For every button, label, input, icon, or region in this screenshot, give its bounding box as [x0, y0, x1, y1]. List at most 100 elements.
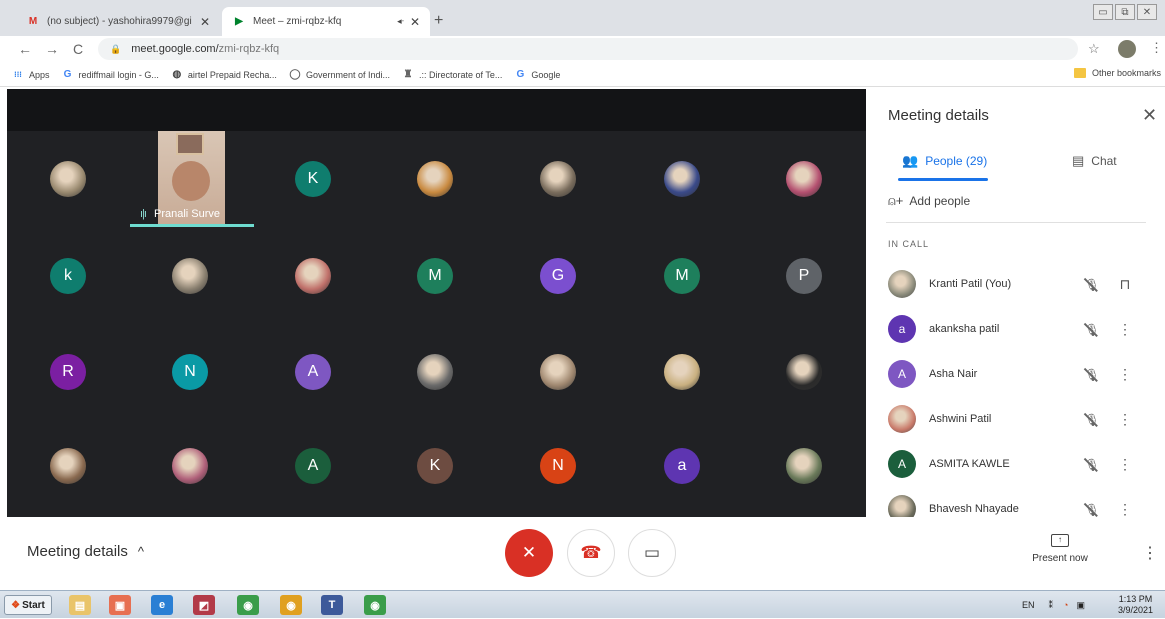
- participant-tile[interactable]: R: [50, 354, 86, 390]
- browser-menu-icon[interactable]: ⋮: [1150, 40, 1163, 56]
- windows-taskbar: ❖ Start ▤ ▣ e ◩ ◉ ◉ T ◉ EN ⁑ ◔ ▣ 1:13 PM 3/9/20…: [0, 590, 1165, 618]
- participant-photo-tile[interactable]: [417, 354, 453, 390]
- participant-photo-tile[interactable]: [295, 258, 331, 294]
- taskbar-media-icon[interactable]: ▣: [109, 595, 131, 615]
- avatar: [888, 405, 916, 433]
- url-field[interactable]: 🔒 meet.google.com/zmi-rqbz-kfq: [98, 38, 1078, 60]
- taskbar-paint-icon[interactable]: ◩: [193, 595, 215, 615]
- browser-tab-bar: M (no subject) - yashohira9979@gi ✕ ▶ Me…: [0, 0, 1165, 36]
- participant-row[interactable]: A Asha Nair 🎙⋮: [888, 359, 1158, 389]
- participant-tile[interactable]: G: [540, 258, 576, 294]
- bookmark-star-icon[interactable]: ☆: [1088, 41, 1100, 57]
- forward-button[interactable]: →: [45, 41, 59, 57]
- bookmark-apps[interactable]: ⁝⁝⁝ Apps: [12, 69, 49, 81]
- taskbar-ie-icon[interactable]: e: [151, 595, 173, 615]
- mic-off-icon: ✕: [521, 543, 537, 562]
- tray-icon[interactable]: ◔: [1063, 600, 1068, 610]
- present-icon: ↑: [1051, 534, 1069, 547]
- bookmark-airtel[interactable]: ◍ airtel Prepaid Recha...: [171, 69, 277, 81]
- bookmark-rediffmail[interactable]: G rediffmail login - G...: [62, 69, 159, 81]
- other-bookmarks[interactable]: Other bookmarks: [1073, 68, 1161, 78]
- mic-muted-icon: 🎙: [1077, 276, 1107, 292]
- participant-tile[interactable]: k: [50, 258, 86, 294]
- language-indicator[interactable]: EN: [1022, 600, 1035, 610]
- more-options-icon[interactable]: ⋮: [1107, 411, 1143, 428]
- participant-photo-tile[interactable]: [172, 448, 208, 484]
- participant-name: akanksha patil: [929, 323, 1000, 335]
- participant-photo-tile[interactable]: [786, 161, 822, 197]
- tab-gmail[interactable]: M (no subject) - yashohira9979@gi ✕: [16, 7, 220, 36]
- participant-tile[interactable]: K: [417, 448, 453, 484]
- participant-tile[interactable]: M: [664, 258, 700, 294]
- add-people-button[interactable]: ⍝+ Add people: [888, 193, 970, 209]
- more-options-icon[interactable]: ⋮: [1107, 321, 1143, 338]
- close-icon[interactable]: ✕: [410, 15, 420, 29]
- taskbar-chrome1-icon[interactable]: ◉: [237, 595, 259, 615]
- participant-row[interactable]: a akanksha patil 🎙⋮: [888, 314, 1158, 344]
- clock[interactable]: 1:13 PM 3/9/2021: [1118, 594, 1153, 616]
- participant-photo-tile[interactable]: [540, 161, 576, 197]
- participant-photo-tile[interactable]: [786, 448, 822, 484]
- bookmark-google[interactable]: G Google: [514, 69, 560, 81]
- tab-people[interactable]: 👥 People (29): [902, 153, 987, 169]
- restore-icon[interactable]: ⧉: [1115, 4, 1135, 20]
- taskbar-folder-icon[interactable]: ▤: [69, 595, 91, 615]
- participant-photo-tile[interactable]: [172, 258, 208, 294]
- taskbar-chrome3-icon[interactable]: ◉: [364, 595, 386, 615]
- more-options-icon[interactable]: ⋮: [1107, 501, 1143, 518]
- participant-tile[interactable]: P: [786, 258, 822, 294]
- stage-top-strip: [7, 89, 866, 131]
- more-options-icon[interactable]: ⋮: [1107, 456, 1143, 473]
- profile-avatar[interactable]: [1118, 40, 1136, 58]
- bookmark-government[interactable]: ◯ Government of Indi...: [289, 69, 390, 81]
- participant-row[interactable]: Ashwini Patil 🎙⋮: [888, 404, 1158, 434]
- more-options-icon[interactable]: ⋮: [1107, 366, 1143, 383]
- tab-meet[interactable]: ▶ Meet – zmi-rqbz-kfq ◂ᐧ ✕: [222, 7, 430, 36]
- hang-up-icon: ☎: [580, 543, 602, 562]
- url-host: meet.google.com/: [131, 43, 219, 55]
- tab-chat[interactable]: ▤ Chat: [1072, 153, 1117, 169]
- camera-button[interactable]: ▭: [628, 529, 676, 577]
- participant-photo-tile[interactable]: [786, 354, 822, 390]
- present-now-button[interactable]: ↑ Present now: [1022, 534, 1098, 564]
- back-button[interactable]: ←: [18, 41, 32, 57]
- close-icon[interactable]: ✕: [200, 15, 210, 29]
- participant-name: Asha Nair: [929, 368, 978, 380]
- participant-photo-tile[interactable]: [50, 448, 86, 484]
- picture-frame: [176, 133, 204, 155]
- new-tab-button[interactable]: +: [434, 12, 443, 30]
- reload-button[interactable]: C: [73, 41, 83, 57]
- participant-tile[interactable]: N: [540, 448, 576, 484]
- close-window-icon[interactable]: ✕: [1137, 4, 1157, 20]
- bookmark-directorate[interactable]: ♜ .:: Directorate of Te...: [402, 69, 503, 81]
- participant-tile[interactable]: A: [295, 354, 331, 390]
- participant-row[interactable]: Kranti Patil (You) 🎙⊓: [888, 269, 1158, 299]
- tray-icon[interactable]: ▣: [1076, 600, 1085, 611]
- tab-people-label: People (29): [925, 154, 988, 168]
- participant-photo-tile[interactable]: [664, 354, 700, 390]
- participant-tile[interactable]: A: [295, 448, 331, 484]
- start-button[interactable]: ❖ Start: [4, 595, 52, 615]
- participant-tile[interactable]: a: [664, 448, 700, 484]
- leave-call-button[interactable]: ☎: [567, 529, 615, 577]
- participant-photo-tile[interactable]: [664, 161, 700, 197]
- minimize-icon[interactable]: ▭: [1093, 4, 1113, 20]
- participant-row[interactable]: A ASMITA KAWLE 🎙⋮: [888, 449, 1158, 479]
- participant-tile[interactable]: M: [417, 258, 453, 294]
- pin-icon[interactable]: ⊓: [1107, 276, 1143, 293]
- speaker-icon[interactable]: ◂ᐧ: [397, 16, 404, 27]
- more-options-icon[interactable]: ⋮: [1142, 543, 1158, 563]
- participant-tile[interactable]: N: [172, 354, 208, 390]
- participant-name: Bhavesh Nhayade: [929, 503, 1019, 515]
- meeting-details-button[interactable]: Meeting details ^: [27, 543, 144, 560]
- close-icon[interactable]: ✕: [1142, 105, 1157, 126]
- participant-photo-tile[interactable]: [540, 354, 576, 390]
- participant-photo-tile[interactable]: [417, 161, 453, 197]
- taskbar-chrome2-icon[interactable]: ◉: [280, 595, 302, 615]
- participant-tile[interactable]: K: [295, 161, 331, 197]
- taskbar-teams-icon[interactable]: T: [321, 595, 343, 615]
- tab-title: Meet – zmi-rqbz-kfq: [253, 16, 342, 27]
- mic-off-button[interactable]: ✕: [505, 529, 553, 577]
- participant-photo-tile[interactable]: [50, 161, 86, 197]
- tray-icon[interactable]: ⁑: [1049, 600, 1054, 611]
